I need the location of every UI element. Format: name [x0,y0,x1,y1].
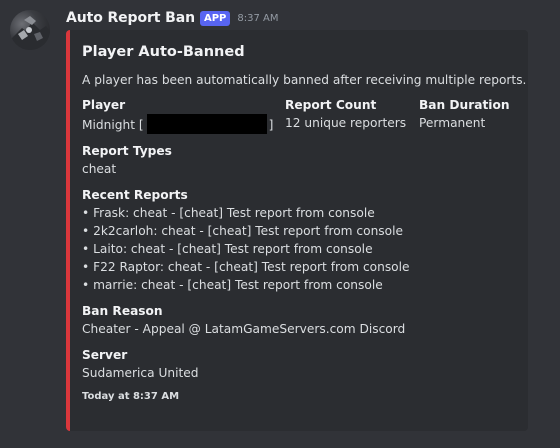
field-recent-reports-name: Recent Reports [82,188,188,202]
report-item: • 2k2carloh: cheat - [cheat] Test report… [82,224,404,238]
field-player: Player Midnight [] [82,96,273,134]
redacted-block [146,114,267,134]
field-ban-reason: Ban Reason Cheater - Appeal @ LatamGameS… [82,302,522,338]
field-ban-duration-value: Permanent [419,116,486,130]
field-player-value: Midnight [] [82,114,273,134]
field-report-count-name: Report Count [285,98,377,112]
avatar-image [10,16,50,50]
report-item: • Frask: cheat - [cheat] Test report fro… [82,206,375,220]
field-report-count: Report Count 12 unique reporters [285,96,406,132]
field-ban-duration: Ban Duration Permanent [419,96,510,132]
app-badge: APP [199,10,231,26]
field-report-count-value: 12 unique reporters [285,116,407,130]
author-name[interactable]: Auto Report Ban [66,10,195,26]
player-name-suffix: ] [268,118,274,132]
field-server-value: Sudamerica United [82,366,199,380]
report-item: • Laito: cheat - [cheat] Test report fro… [82,242,373,256]
embed-card: Player Auto-Banned A player has been aut… [66,30,528,431]
field-ban-reason-name: Ban Reason [82,304,163,318]
field-ban-duration-name: Ban Duration [419,98,510,112]
field-server: Server Sudamerica United [82,346,522,382]
message-header: Auto Report Ban APP 8:37 AM [66,8,278,28]
player-name-prefix: Midnight [ [82,118,144,132]
field-server-name: Server [82,348,128,362]
field-ban-reason-value: Cheater - Appeal @ LatamGameServers.com … [82,322,406,336]
message-timestamp[interactable]: 8:37 AM [237,13,278,24]
embed-footer-timestamp: Today at 8:37 AM [82,391,180,402]
report-item: • F22 Raptor: cheat - [cheat] Test repor… [82,260,410,274]
inline-fields-row: Player Midnight [] Report Count 12 uniqu… [82,96,522,134]
bot-avatar[interactable] [10,10,50,50]
chat-message: Auto Report Ban APP 8:37 AM Player Auto-… [0,0,560,448]
field-report-types-name: Report Types [82,144,172,158]
field-recent-reports: Recent Reports • Frask: cheat - [cheat] … [82,186,522,294]
field-report-types-value: cheat [82,162,117,176]
report-item: • marrie: cheat - [cheat] Test report fr… [82,278,383,292]
embed-description: A player has been automatically banned a… [82,73,527,87]
embed-title: Player Auto-Banned [82,44,245,60]
field-report-types: Report Types cheat [82,142,522,178]
field-player-name: Player [82,98,126,112]
